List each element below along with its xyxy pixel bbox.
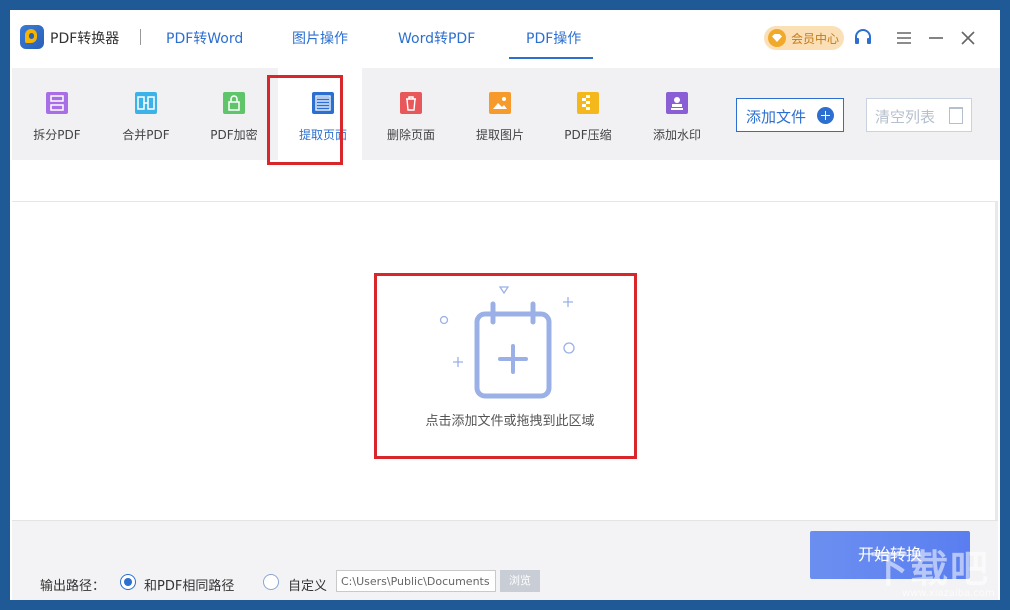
watermark-icon (666, 92, 688, 114)
menu-icon[interactable] (894, 28, 914, 48)
app-title: PDF转换器 (50, 31, 120, 47)
tool-compress-pdf[interactable]: PDF压缩 (543, 68, 627, 160)
diamond-icon (768, 29, 786, 47)
browse-button[interactable]: 浏览 (500, 570, 540, 592)
add-file-calendar-icon (439, 286, 575, 399)
tool-merge-pdf[interactable]: 合并PDF (101, 68, 185, 160)
tool-add-watermark[interactable]: 添加水印 (632, 68, 716, 160)
tool-label: 添加水印 (652, 128, 701, 142)
title-bar: PDF转换器 PDF转Word 图片操作 Word转PDF PDF操作 会员中心 (10, 10, 1000, 66)
tab-word-to-pdf[interactable]: Word转PDF (398, 28, 475, 48)
drop-zone-hint: 点击添加文件或拖拽到此区域 (425, 414, 595, 429)
close-icon[interactable] (958, 28, 978, 48)
tool-label: PDF加密 (210, 128, 258, 142)
compress-icon (577, 92, 599, 114)
tool-extract-images[interactable]: 提取图片 (455, 68, 539, 160)
same-path-label[interactable]: 和PDF相同路径 (144, 575, 234, 594)
title-divider (140, 29, 141, 45)
merge-pdf-icon (135, 92, 157, 114)
minimize-icon[interactable] (926, 28, 946, 48)
plus-circle-icon (817, 107, 834, 124)
output-path-label: 输出路径： (40, 579, 106, 594)
active-tab-indicator (509, 57, 593, 59)
tool-label: PDF压缩 (564, 128, 612, 142)
app-logo-icon (20, 25, 44, 49)
delete-page-icon (400, 92, 422, 114)
file-drop-zone[interactable]: 点击添加文件或拖拽到此区域 (12, 202, 998, 520)
headset-icon[interactable] (853, 28, 873, 48)
tool-encrypt-pdf[interactable]: PDF加密 (189, 68, 273, 160)
clear-list-label: 清空列表 (875, 108, 936, 126)
same-path-radio[interactable] (120, 574, 136, 590)
add-file-label: 添加文件 (746, 108, 807, 126)
vip-center-label: 会员中心 (791, 32, 840, 46)
custom-path-label[interactable]: 自定义 (288, 575, 327, 594)
tool-label: 合并PDF (122, 128, 170, 142)
tool-delete-pages[interactable]: 删除页面 (366, 68, 450, 160)
output-settings-footer: 输出路径： 和PDF相同路径 自定义 浏览 开始转换 (12, 520, 998, 600)
clear-list-button[interactable]: 清空列表 (866, 98, 972, 132)
tool-label: 提取图片 (475, 128, 524, 142)
extract-image-icon (489, 92, 511, 114)
tool-extract-pages[interactable]: 提取页面 (278, 68, 362, 160)
tool-label: 删除页面 (386, 128, 435, 142)
tab-pdf-operations[interactable]: PDF操作 (526, 28, 581, 48)
start-convert-button[interactable]: 开始转换 (810, 531, 970, 579)
app-window: PDF转换器 PDF转Word 图片操作 Word转PDF PDF操作 会员中心 (9, 9, 1001, 601)
output-path-field[interactable] (336, 570, 496, 592)
tab-pdf-to-word[interactable]: PDF转Word (166, 28, 243, 48)
tool-label: 提取页面 (298, 128, 347, 142)
file-list-header (12, 160, 998, 202)
split-pdf-icon (46, 92, 68, 114)
extract-page-icon (312, 92, 334, 114)
pdf-tools-toolbar: 拆分PDF 合并PDF PDF加密 提取页面 删除页面 提取图片 PDF压缩 添… (12, 68, 1000, 160)
vip-center-button[interactable]: 会员中心 (764, 26, 844, 50)
lock-icon (223, 92, 245, 114)
tool-label: 拆分PDF (33, 128, 81, 142)
tab-image-operations[interactable]: 图片操作 (292, 28, 348, 48)
tool-split-pdf[interactable]: 拆分PDF (12, 68, 96, 160)
vertical-scrollbar[interactable] (995, 202, 998, 520)
add-file-button[interactable]: 添加文件 (736, 98, 844, 132)
custom-path-radio[interactable] (263, 574, 279, 590)
trash-icon (949, 107, 963, 124)
